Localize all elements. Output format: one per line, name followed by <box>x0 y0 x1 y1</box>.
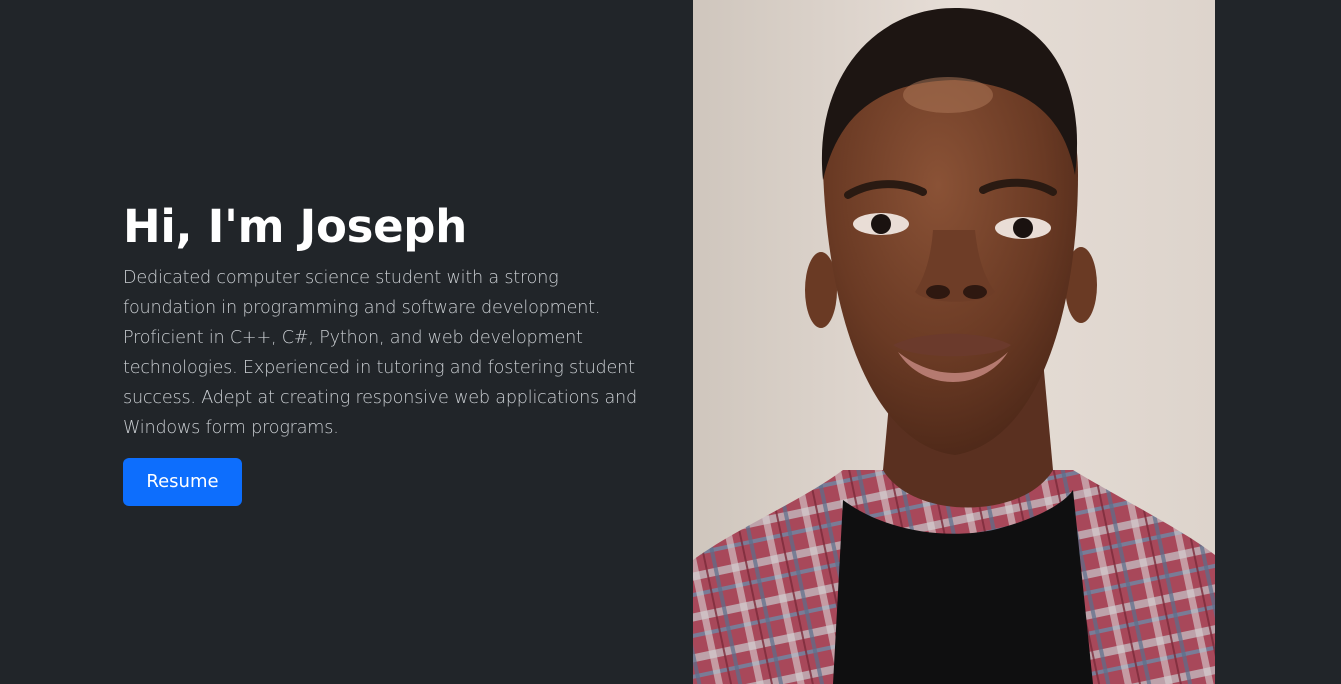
hero-text-column: Hi, I'm Joseph Dedicated computer scienc… <box>123 196 653 506</box>
hero-section: Hi, I'm Joseph Dedicated computer scienc… <box>0 0 1341 684</box>
profile-photo <box>693 0 1215 684</box>
page-title: Hi, I'm Joseph <box>123 200 467 253</box>
profile-photo-illustration <box>693 0 1215 684</box>
hero-description: Dedicated computer science student with … <box>123 268 637 438</box>
resume-button[interactable]: Resume <box>123 458 242 506</box>
